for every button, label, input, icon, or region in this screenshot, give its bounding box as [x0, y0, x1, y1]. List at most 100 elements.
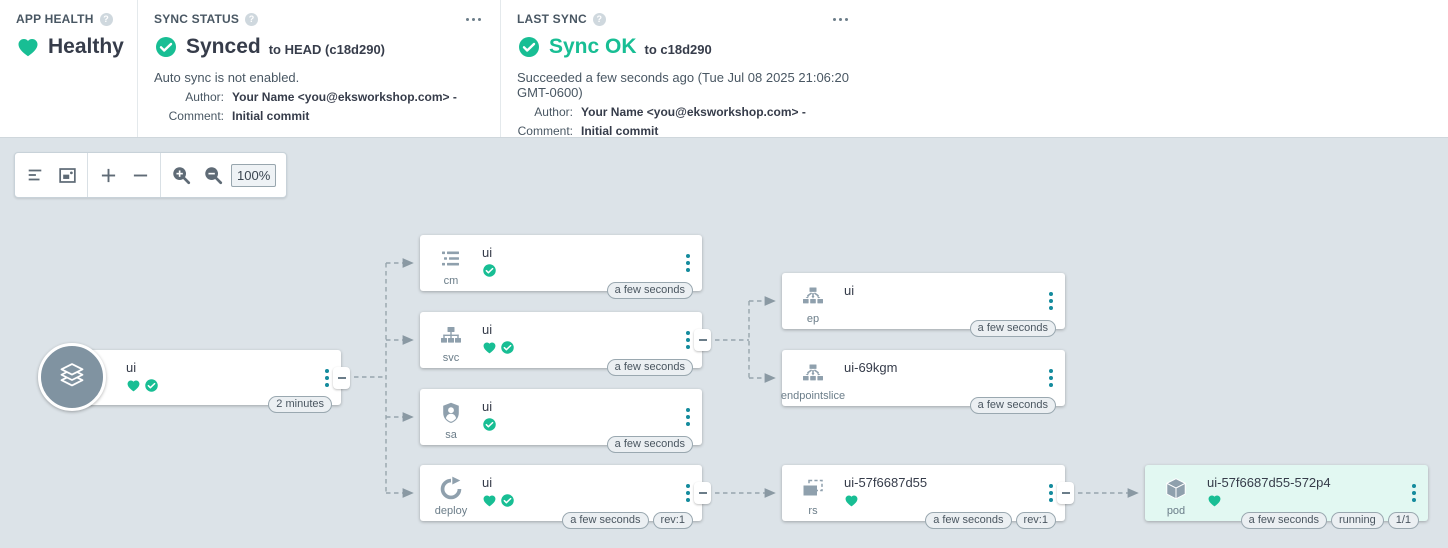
heart-icon	[16, 35, 40, 59]
author-value: Your Name <you@eksworkshop.com> -	[232, 90, 457, 104]
age-badge: a few seconds	[970, 320, 1056, 337]
node-kind-label: endpointslice	[781, 390, 845, 402]
application-layers-icon	[38, 343, 106, 411]
node-kind-label: rs	[808, 505, 817, 517]
endpointslice-icon	[794, 359, 832, 389]
node-kind-label: ep	[807, 313, 819, 325]
ready-badge: 1/1	[1388, 512, 1419, 529]
layout-list-button[interactable]	[19, 158, 51, 192]
list-layout-icon	[26, 166, 44, 184]
zoom-in-step-button[interactable]	[92, 158, 124, 192]
sync-revision: to HEAD (c18d290)	[269, 42, 385, 57]
status-panel: APP HEALTH Healthy SYNC STATUS Synced to…	[0, 0, 1448, 137]
node-title: ui	[482, 475, 674, 490]
healthy-heart-icon	[126, 378, 141, 393]
last-sync-note: Succeeded a few seconds ago (Tue Jul 08 …	[517, 70, 851, 100]
sync-status-menu-icon[interactable]	[463, 15, 484, 24]
node-title: ui	[844, 283, 1037, 298]
last-sync-menu-icon[interactable]	[830, 15, 851, 24]
serviceaccount-icon	[432, 398, 470, 428]
node-kind-label: sa	[445, 429, 457, 441]
age-badge: a few seconds	[562, 512, 648, 529]
synced-check-icon	[500, 340, 515, 355]
node-configmap-ui[interactable]: cm ui a few seconds	[420, 235, 702, 291]
healthy-heart-icon	[1207, 493, 1222, 508]
age-badge: a few seconds	[607, 282, 693, 299]
node-deployment-ui[interactable]: deploy ui a few seconds rev:1	[420, 465, 702, 521]
last-sync-label: LAST SYNC	[517, 12, 587, 26]
magnifier-plus-icon	[171, 165, 191, 185]
author-value: Your Name <you@eksworkshop.com> -	[581, 105, 806, 119]
help-icon[interactable]	[100, 13, 113, 26]
sync-status-section: SYNC STATUS Synced to HEAD (c18d290) Aut…	[137, 0, 500, 137]
magnify-in-button[interactable]	[165, 158, 197, 192]
service-icon	[432, 321, 470, 351]
last-sync-status[interactable]: Sync OK	[549, 35, 637, 59]
minus-icon	[132, 167, 149, 184]
header-spacer	[867, 0, 1448, 137]
node-title: ui	[482, 245, 674, 260]
collapse-handle[interactable]	[1057, 482, 1074, 504]
healthy-heart-icon	[844, 493, 859, 508]
replicaset-icon	[794, 474, 832, 504]
zoom-out-step-button[interactable]	[124, 158, 156, 192]
comment-label: Comment:	[154, 109, 232, 123]
node-title: ui-57f6687d55	[844, 475, 1037, 490]
revision-badge: rev:1	[653, 512, 693, 529]
comment-value: Initial commit	[581, 124, 658, 138]
node-endpoints-ui[interactable]: ep ui a few seconds	[782, 273, 1065, 329]
node-kind-label: pod	[1167, 505, 1185, 517]
node-replicaset-ui-57f6687d55[interactable]: rs ui-57f6687d55 a few seconds rev:1	[782, 465, 1065, 521]
auto-sync-note: Auto sync is not enabled.	[154, 70, 484, 85]
last-sync-section: LAST SYNC Sync OK to c18d290 Succeeded a…	[500, 0, 867, 137]
node-service-ui[interactable]: svc ui a few seconds	[420, 312, 702, 368]
node-title: ui	[482, 399, 674, 414]
synced-check-icon	[482, 263, 497, 278]
node-title: ui	[482, 322, 674, 337]
phase-badge: running	[1331, 512, 1384, 529]
sync-status-value[interactable]: Synced	[186, 35, 261, 59]
magnify-out-button[interactable]	[197, 158, 229, 192]
node-application-ui[interactable]: ui 2 minutes	[72, 350, 341, 405]
comment-value: Initial commit	[232, 109, 309, 123]
node-pod-ui-57f6687d55-572p4[interactable]: pod ui-57f6687d55-572p4 a few seconds ru…	[1145, 465, 1428, 521]
collapse-handle[interactable]	[333, 367, 350, 389]
node-kind-label: cm	[444, 275, 459, 287]
age-badge: 2 minutes	[268, 396, 332, 413]
app-health-section: APP HEALTH Healthy	[0, 0, 137, 137]
magnifier-minus-icon	[203, 165, 223, 185]
node-kind-label: svc	[443, 352, 460, 364]
endpoints-icon	[794, 282, 832, 312]
synced-check-icon	[482, 417, 497, 432]
graph-toolbar: 100%	[14, 152, 287, 198]
last-sync-revision: to c18d290	[645, 42, 712, 57]
node-serviceaccount-ui[interactable]: sa ui a few seconds	[420, 389, 702, 445]
node-title: ui	[126, 360, 313, 375]
app-health-label: APP HEALTH	[16, 12, 94, 26]
plus-icon	[100, 167, 117, 184]
healthy-heart-icon	[482, 493, 497, 508]
healthy-heart-icon	[482, 340, 497, 355]
zoom-level-input[interactable]: 100%	[231, 164, 276, 187]
fit-image-icon	[58, 166, 77, 185]
node-endpointslice-ui-69kgm[interactable]: endpointslice ui-69kgm a few seconds	[782, 350, 1065, 406]
age-badge: a few seconds	[925, 512, 1011, 529]
synced-check-icon	[154, 35, 178, 59]
node-title: ui-57f6687d55-572p4	[1207, 475, 1400, 490]
collapse-handle[interactable]	[694, 329, 711, 351]
node-title: ui-69kgm	[844, 360, 1037, 375]
resource-tree-canvas[interactable]: 100% ui 2 minutes cm ui	[0, 137, 1448, 548]
age-badge: a few seconds	[1241, 512, 1327, 529]
age-badge: a few seconds	[607, 359, 693, 376]
comment-label: Comment:	[517, 124, 581, 138]
node-kind-label: deploy	[435, 505, 467, 517]
fit-to-view-button[interactable]	[51, 158, 83, 192]
age-badge: a few seconds	[607, 436, 693, 453]
collapse-handle[interactable]	[694, 482, 711, 504]
help-icon[interactable]	[245, 13, 258, 26]
pod-icon	[1157, 474, 1195, 504]
sync-ok-check-icon	[517, 35, 541, 59]
help-icon[interactable]	[593, 13, 606, 26]
synced-check-icon	[144, 378, 159, 393]
sync-status-label: SYNC STATUS	[154, 12, 239, 26]
